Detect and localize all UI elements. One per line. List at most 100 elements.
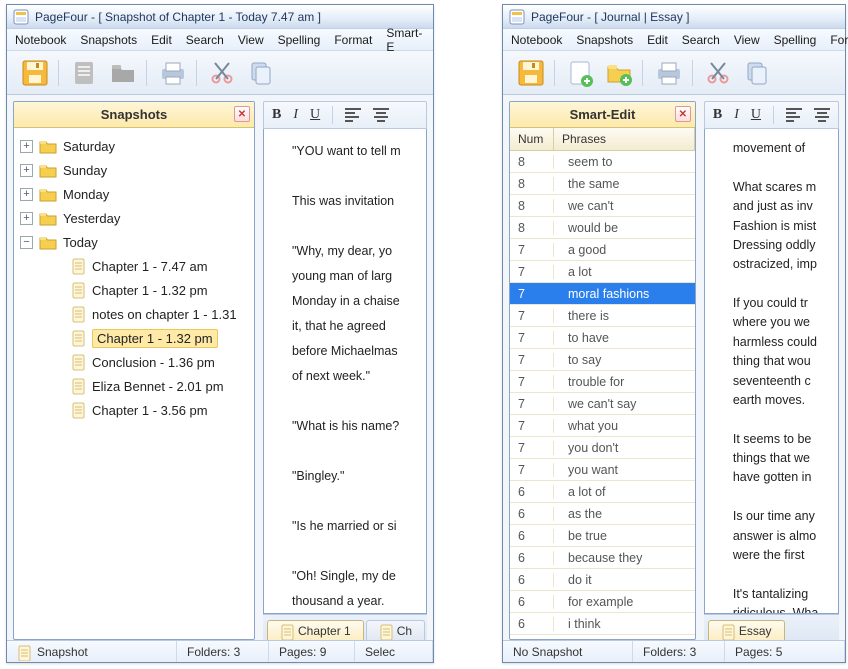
expand-icon[interactable]: + — [20, 188, 33, 201]
menu-format[interactable]: Forr — [830, 33, 848, 47]
print-button[interactable] — [155, 56, 191, 90]
phrase-row[interactable]: 7you want — [510, 459, 695, 481]
menu-spelling[interactable]: Spelling — [774, 33, 817, 47]
copy-button[interactable] — [739, 56, 775, 90]
phrase-row[interactable]: 6for example — [510, 591, 695, 613]
phrase-row[interactable]: 6i think — [510, 613, 695, 635]
phrase-row[interactable]: 7to have — [510, 327, 695, 349]
tree-leaf[interactable]: Chapter 1 - 7.47 am — [18, 254, 250, 278]
menu-view[interactable]: View — [238, 33, 264, 47]
new-folder-button[interactable] — [601, 56, 637, 90]
phrase-row[interactable]: 7a lot — [510, 261, 695, 283]
phrase-text: be true — [554, 529, 695, 543]
menu-edit[interactable]: Edit — [647, 33, 668, 47]
phrase-text: do it — [554, 573, 695, 587]
phrase-row[interactable]: 6a lot of — [510, 481, 695, 503]
new-doc-button[interactable] — [67, 56, 103, 90]
new-folder-button[interactable] — [105, 56, 141, 90]
expand-icon[interactable]: + — [20, 212, 33, 225]
phrase-row[interactable]: 6be true — [510, 525, 695, 547]
page-icon — [721, 624, 735, 638]
panel-header: Snapshots ✕ — [14, 102, 254, 128]
menu-snapshots[interactable]: Snapshots — [576, 33, 633, 47]
phrase-row[interactable]: 7what you — [510, 415, 695, 437]
phrase-row[interactable]: 7you don't — [510, 437, 695, 459]
menu-edit[interactable]: Edit — [151, 33, 172, 47]
phrase-row[interactable]: 8the same — [510, 173, 695, 195]
tree-folder[interactable]: +Monday — [18, 182, 250, 206]
phrase-row[interactable]: 7trouble for — [510, 371, 695, 393]
grid-body[interactable]: 8seem to8the same8we can't8would be7a go… — [510, 151, 695, 639]
menu-smartedit[interactable]: Smart-E — [386, 26, 425, 54]
italic-button[interactable]: I — [734, 107, 739, 123]
tree-leaf[interactable]: Eliza Bennet - 2.01 pm — [18, 374, 250, 398]
menu-search[interactable]: Search — [682, 33, 720, 47]
tab-chapter-1[interactable]: Chapter 1 — [267, 620, 364, 640]
collapse-icon[interactable]: − — [20, 236, 33, 249]
phrase-row[interactable]: 7to say — [510, 349, 695, 371]
save-button[interactable] — [17, 56, 53, 90]
titlebar[interactable]: PageFour - [ Snapshot of Chapter 1 - Tod… — [7, 5, 433, 29]
phrase-row[interactable]: 8would be — [510, 217, 695, 239]
editor-column: B I U movement of What scares mand just … — [704, 101, 839, 640]
menu-search[interactable]: Search — [186, 33, 224, 47]
underline-button[interactable]: U — [751, 107, 761, 123]
phrase-row[interactable]: 7we can't say — [510, 393, 695, 415]
tree-folder[interactable]: + Sunday — [18, 158, 250, 182]
tab-essay[interactable]: Essay — [708, 620, 785, 640]
cut-button[interactable] — [205, 56, 241, 90]
underline-button[interactable]: U — [310, 107, 320, 123]
menu-format[interactable]: Format — [334, 33, 372, 47]
menu-notebook[interactable]: Notebook — [511, 33, 562, 47]
tree-leaf[interactable]: notes on chapter 1 - 1.31 — [18, 302, 250, 326]
tree-leaf[interactable]: Chapter 1 - 1.32 pm — [18, 278, 250, 302]
tab-secondary[interactable]: Ch — [366, 620, 425, 640]
bold-button[interactable]: B — [272, 107, 281, 123]
tree-folder-open[interactable]: −Today — [18, 230, 250, 254]
menu-spelling[interactable]: Spelling — [278, 33, 321, 47]
phrase-row[interactable]: 6do it — [510, 569, 695, 591]
expand-icon[interactable]: + — [20, 140, 33, 153]
panel-close-button[interactable]: ✕ — [675, 106, 691, 122]
phrase-row[interactable]: 8we can't — [510, 195, 695, 217]
tree-folder[interactable]: +Yesterday — [18, 206, 250, 230]
align-center-icon[interactable] — [373, 108, 389, 122]
titlebar[interactable]: PageFour - [ Journal | Essay ] — [503, 5, 845, 29]
save-button[interactable] — [513, 56, 549, 90]
col-phrases[interactable]: Phrases — [554, 128, 695, 150]
menu-snapshots[interactable]: Snapshots — [80, 33, 137, 47]
copy-button[interactable] — [243, 56, 279, 90]
snapshots-tree[interactable]: +Saturday+Sunday+Monday+Yesterday−TodayC… — [14, 128, 254, 639]
phrase-row[interactable]: 6because they — [510, 547, 695, 569]
tree-label: Sunday — [63, 163, 107, 178]
col-num[interactable]: Num — [510, 128, 554, 150]
tree-label: Chapter 1 - 7.47 am — [92, 259, 208, 274]
italic-button[interactable]: I — [293, 107, 298, 123]
align-left-icon[interactable] — [786, 108, 802, 122]
phrase-row[interactable]: 7there is — [510, 305, 695, 327]
document-text[interactable]: "YOU want to tell m This was invitation … — [263, 129, 427, 614]
separator — [332, 106, 333, 124]
status-snapshot: Snapshot — [37, 645, 88, 659]
document-text[interactable]: movement of What scares mand just as inv… — [704, 129, 839, 614]
tree-leaf[interactable]: Chapter 1 - 1.32 pm — [18, 326, 250, 350]
tree-leaf[interactable]: Conclusion - 1.36 pm — [18, 350, 250, 374]
expand-icon[interactable]: + — [20, 164, 33, 177]
print-button[interactable] — [651, 56, 687, 90]
bold-button[interactable]: B — [713, 107, 722, 123]
panel-close-button[interactable]: ✕ — [234, 106, 250, 122]
new-doc-button[interactable] — [563, 56, 599, 90]
phrase-row[interactable]: 6as the — [510, 503, 695, 525]
phrase-row[interactable]: 7a good — [510, 239, 695, 261]
phrase-text: what you — [554, 419, 695, 433]
phrase-row[interactable]: 8seem to — [510, 151, 695, 173]
cut-button[interactable] — [701, 56, 737, 90]
page-icon — [71, 378, 86, 395]
menu-view[interactable]: View — [734, 33, 760, 47]
phrase-row[interactable]: 7moral fashions — [510, 283, 695, 305]
align-left-icon[interactable] — [345, 108, 361, 122]
align-center-icon[interactable] — [814, 108, 830, 122]
menu-notebook[interactable]: Notebook — [15, 33, 66, 47]
tree-leaf[interactable]: Chapter 1 - 3.56 pm — [18, 398, 250, 422]
tree-folder[interactable]: +Saturday — [18, 134, 250, 158]
